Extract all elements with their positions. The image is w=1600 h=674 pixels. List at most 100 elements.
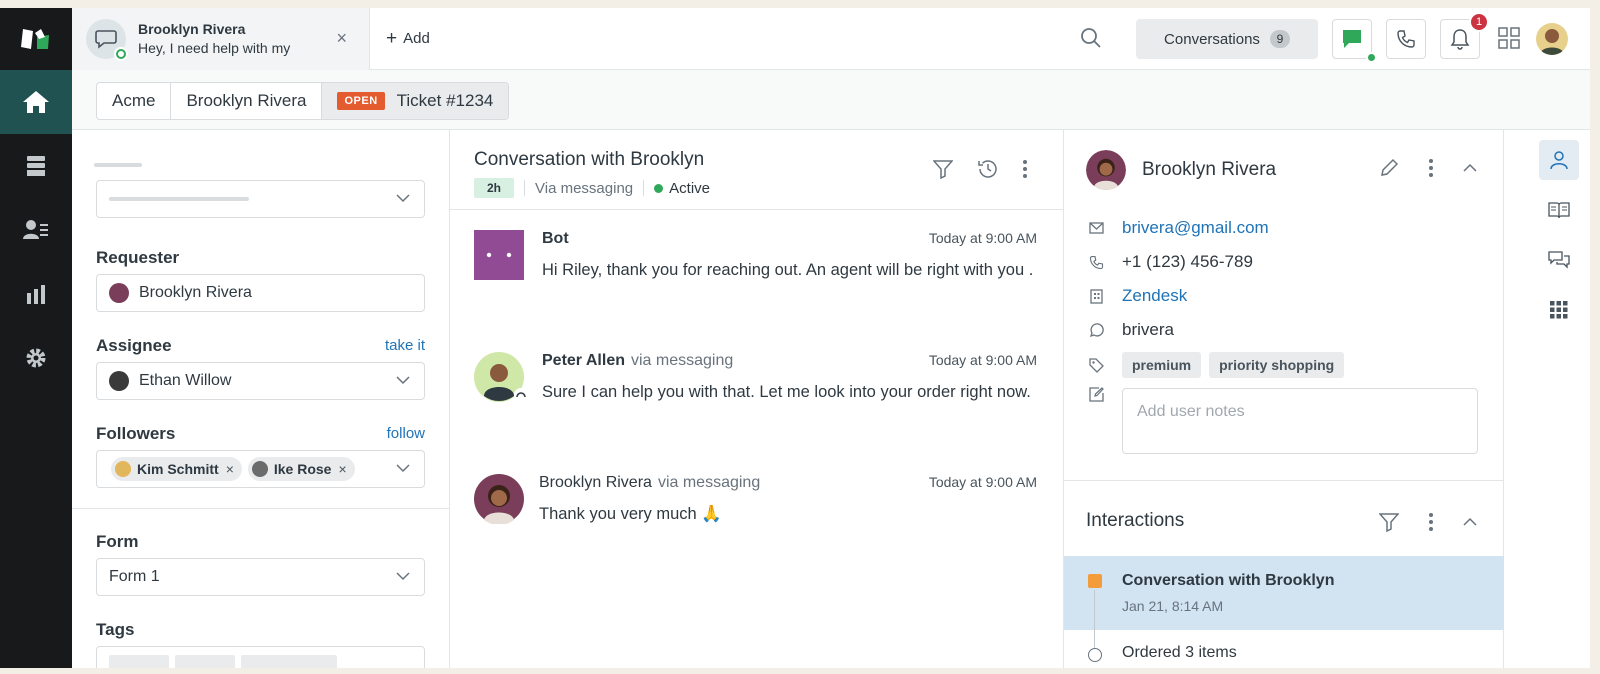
follow-link[interactable]: follow <box>387 425 425 442</box>
messaging-status-button[interactable] <box>1332 19 1377 63</box>
follower-avatar <box>115 461 131 477</box>
interaction-title[interactable]: Ordered 3 items <box>1122 644 1237 662</box>
edit-pencil-icon[interactable] <box>1379 158 1399 178</box>
chevron-down-icon <box>396 572 410 581</box>
tags-field[interactable] <box>96 646 425 668</box>
whatsapp-row: brivera <box>1088 320 1174 340</box>
message-text: Thank you very much 🙏 <box>539 505 722 523</box>
filter-icon[interactable] <box>1379 512 1399 532</box>
app-window: Brooklyn Rivera Hey, I need help with my… <box>0 8 1590 668</box>
tags-label: Tags <box>96 620 135 639</box>
close-tab-icon[interactable]: × <box>336 28 347 49</box>
tags-row: premium priority shopping <box>1088 352 1352 378</box>
nav-admin-gear-icon[interactable] <box>0 326 72 390</box>
company-link[interactable]: Zendesk <box>1122 286 1187 306</box>
plus-icon: + <box>386 27 398 49</box>
conversations-count: 9 <box>1269 30 1290 48</box>
tag-placeholder <box>109 655 169 668</box>
chevron-down-icon <box>396 464 410 473</box>
search-icon[interactable] <box>1080 27 1102 52</box>
knowledge-book-icon[interactable] <box>1539 190 1579 230</box>
follower-chip: Kim Schmitt × <box>111 457 242 481</box>
online-status-dot <box>1366 52 1377 63</box>
requester-label: Requester <box>96 248 180 267</box>
customer-context-panel: Brooklyn Rivera brivera@gmail.com +1 (12… <box>1064 130 1504 668</box>
breadcrumb-org[interactable]: Acme <box>97 83 172 119</box>
history-icon[interactable] <box>977 158 999 180</box>
tab-title: Brooklyn Rivera <box>138 20 246 37</box>
email-link[interactable]: brivera@gmail.com <box>1122 218 1269 238</box>
conversations-button[interactable]: Conversations 9 <box>1136 19 1318 59</box>
sender-name: Brooklyn Rivera <box>539 474 652 491</box>
mail-icon <box>1088 220 1104 236</box>
notification-badge: 1 <box>1469 12 1489 32</box>
tag-icon <box>1088 357 1104 373</box>
add-label: Add <box>403 30 430 47</box>
timeline-line <box>1094 590 1095 656</box>
conversation-title: Conversation with Brooklyn <box>474 149 705 170</box>
conversations-icon[interactable] <box>1539 240 1579 280</box>
phone-button[interactable] <box>1386 19 1426 59</box>
nav-customers-icon[interactable] <box>0 198 72 262</box>
apps-grid-icon[interactable] <box>1539 290 1579 330</box>
note-edit-icon <box>1088 386 1104 402</box>
add-tab-button[interactable]: + Add <box>386 28 430 50</box>
assignee-dropdown[interactable]: Ethan Willow <box>96 362 425 400</box>
breadcrumb-requester[interactable]: Brooklyn Rivera <box>171 83 323 119</box>
notifications-button[interactable]: 1 <box>1440 12 1489 59</box>
interaction-item-selected[interactable]: Conversation with Brooklyn Jan 21, 8:14 … <box>1064 556 1504 656</box>
followers-label: Followers <box>96 424 176 443</box>
divider <box>524 180 526 196</box>
status-badge: OPEN <box>337 92 385 110</box>
company-row: Zendesk <box>1088 286 1187 306</box>
sender-name: Peter Allen <box>542 352 625 369</box>
follower-avatar <box>251 461 268 477</box>
requester-label: Brooklyn Rivera <box>186 91 307 110</box>
customer-context-icon[interactable] <box>1539 140 1579 180</box>
active-status-dot <box>654 183 664 193</box>
user-notes-input[interactable]: Add user notes <box>1122 388 1478 454</box>
channel-label: Via messaging <box>535 179 634 197</box>
filter-icon[interactable] <box>933 159 953 179</box>
followers-field[interactable]: Kim Schmitt × Ike Rose × <box>96 450 425 488</box>
take-it-link[interactable]: take it <box>385 337 425 354</box>
follower-name: Kim Schmitt <box>137 461 219 477</box>
apps-grid-icon[interactable] <box>1498 26 1520 52</box>
assignee-label: Assignee <box>96 336 172 355</box>
remove-follower-icon[interactable]: × <box>226 461 234 477</box>
conversation-header: Conversation with Brooklyn 2h Via messag… <box>450 130 1063 210</box>
requester-field[interactable]: Brooklyn Rivera <box>96 274 425 312</box>
divider <box>72 508 450 509</box>
conversation-tab[interactable]: Brooklyn Rivera Hey, I need help with my… <box>72 8 370 70</box>
more-options-icon[interactable] <box>1429 159 1433 177</box>
collapse-chevron-up-icon[interactable] <box>1463 517 1477 527</box>
collapse-chevron-up-icon[interactable] <box>1463 163 1477 173</box>
ticket-label: Ticket #1234 <box>396 91 494 110</box>
form-dropdown[interactable]: Form 1 <box>96 558 425 596</box>
breadcrumb-ticket[interactable]: OPEN Ticket #1234 <box>322 83 509 119</box>
zendesk-logo[interactable] <box>0 8 72 70</box>
more-options-icon[interactable] <box>1023 160 1027 178</box>
ticket-breadcrumb-bar: Acme Brooklyn Rivera OPEN Ticket #1234 <box>72 70 1590 130</box>
more-options-icon[interactable] <box>1429 513 1433 531</box>
conversations-label: Conversations <box>1164 30 1260 48</box>
customer-tag: priority shopping <box>1209 352 1345 378</box>
message-text: Hi Riley, thank you for reaching out. An… <box>542 261 1034 279</box>
requester-avatar <box>109 283 129 303</box>
email-row: brivera@gmail.com <box>1088 218 1269 238</box>
phone-icon <box>1088 254 1104 270</box>
breadcrumb: Acme Brooklyn Rivera OPEN Ticket #1234 <box>96 82 510 120</box>
conversation-panel: Conversation with Brooklyn 2h Via messag… <box>450 130 1064 668</box>
notes-row <box>1088 386 1122 402</box>
customer-name: Brooklyn Rivera <box>1142 159 1277 180</box>
nav-reporting-icon[interactable] <box>0 262 72 326</box>
org-label: Acme <box>112 91 156 110</box>
remove-follower-icon[interactable]: × <box>338 461 346 477</box>
placeholder-dropdown[interactable] <box>96 180 425 218</box>
follower-chip: Ike Rose × <box>247 457 355 481</box>
bot-avatar <box>474 230 524 280</box>
nav-home-icon[interactable] <box>0 70 72 134</box>
message: Bot Today at 9:00 AM Hi Riley, thank you… <box>474 230 1037 283</box>
user-avatar[interactable] <box>1536 23 1568 55</box>
nav-views-icon[interactable] <box>0 134 72 198</box>
